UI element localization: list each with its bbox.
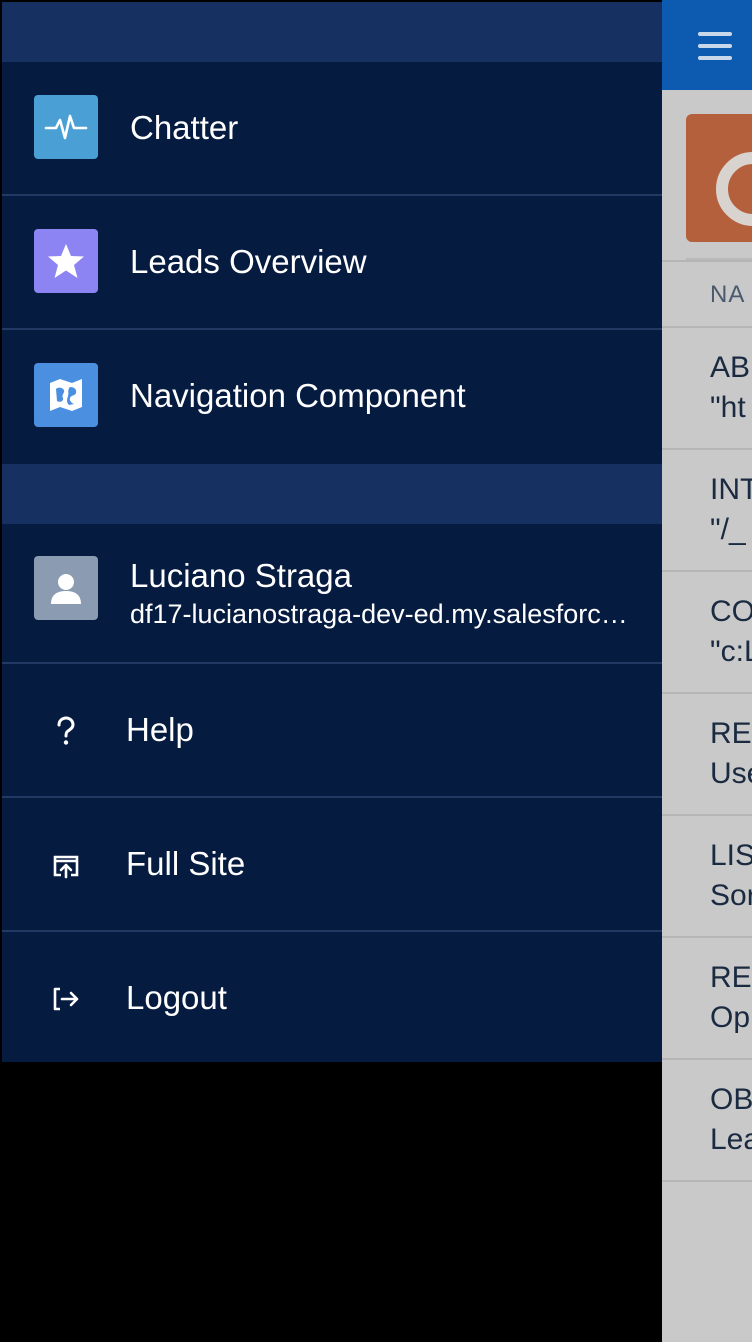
nav-item-full-site[interactable]: Full Site <box>2 798 662 932</box>
nav-item-chatter[interactable]: Chatter <box>2 62 662 196</box>
nav-item-label: Logout <box>126 979 227 1016</box>
row-title: REI <box>710 961 752 994</box>
list-item[interactable]: REI Op <box>662 938 752 1060</box>
header-divider <box>686 258 752 260</box>
chatter-pulse-icon <box>34 95 98 159</box>
row-value: "c:L <box>710 635 752 668</box>
row-value: Lea <box>710 1123 752 1156</box>
user-profile-item[interactable]: Luciano Straga df17-lucianostraga-dev-ed… <box>2 524 662 664</box>
top-bar <box>662 0 752 90</box>
apps-section-header <box>2 2 662 62</box>
row-value: "ht <box>710 391 746 424</box>
user-domain: df17-lucianostraga-dev-ed.my.salesforce.… <box>130 599 630 629</box>
record-ring-icon <box>716 152 752 226</box>
nav-item-label: Navigation Component <box>130 377 466 414</box>
nav-item-label: Chatter <box>130 109 239 146</box>
nav-item-leads-overview[interactable]: Leads Overview <box>2 196 662 330</box>
user-avatar-icon <box>34 556 98 620</box>
list-item[interactable]: REC Use <box>662 694 752 816</box>
hamburger-menu-icon[interactable] <box>698 32 732 68</box>
row-value: Use <box>710 757 752 790</box>
row-value: Sor <box>710 879 752 912</box>
detail-list: NA AB "ht INT "/_ CO "c:L REC Use LIS So… <box>662 260 752 1182</box>
record-header <box>662 90 752 260</box>
full-site-icon <box>46 845 86 885</box>
map-icon <box>34 363 98 427</box>
row-title: REC <box>710 717 752 750</box>
question-icon <box>46 711 86 751</box>
navigation-drawer: Chatter Leads Overview Navigation Compon… <box>2 2 662 1062</box>
nav-item-logout[interactable]: Logout <box>2 932 662 1066</box>
row-title: INT <box>710 473 752 506</box>
row-value: "/_ <box>710 513 746 546</box>
list-item[interactable]: CO "c:L <box>662 572 752 694</box>
nav-item-label: Help <box>126 711 194 748</box>
user-name: Luciano Straga <box>130 557 352 594</box>
column-header: NA <box>662 262 752 328</box>
list-item[interactable]: OB Lea <box>662 1060 752 1182</box>
list-item[interactable]: LIS Sor <box>662 816 752 938</box>
nav-item-label: Full Site <box>126 845 246 882</box>
row-title: CO <box>710 595 752 628</box>
row-title: OB <box>710 1083 752 1116</box>
row-value: Op <box>710 1001 751 1034</box>
row-title: LIS <box>710 839 752 872</box>
star-icon <box>34 229 98 293</box>
record-icon-card <box>686 114 752 242</box>
logout-icon <box>46 979 86 1019</box>
row-title: AB <box>710 351 751 384</box>
main-content-panel: NA AB "ht INT "/_ CO "c:L REC Use LIS So… <box>662 0 752 1342</box>
list-item[interactable]: INT "/_ <box>662 450 752 572</box>
nav-item-label: Leads Overview <box>130 243 367 280</box>
list-item[interactable]: AB "ht <box>662 328 752 450</box>
nav-item-help[interactable]: Help <box>2 664 662 798</box>
nav-item-navigation-component[interactable]: Navigation Component <box>2 330 662 464</box>
account-section-header <box>2 464 662 524</box>
